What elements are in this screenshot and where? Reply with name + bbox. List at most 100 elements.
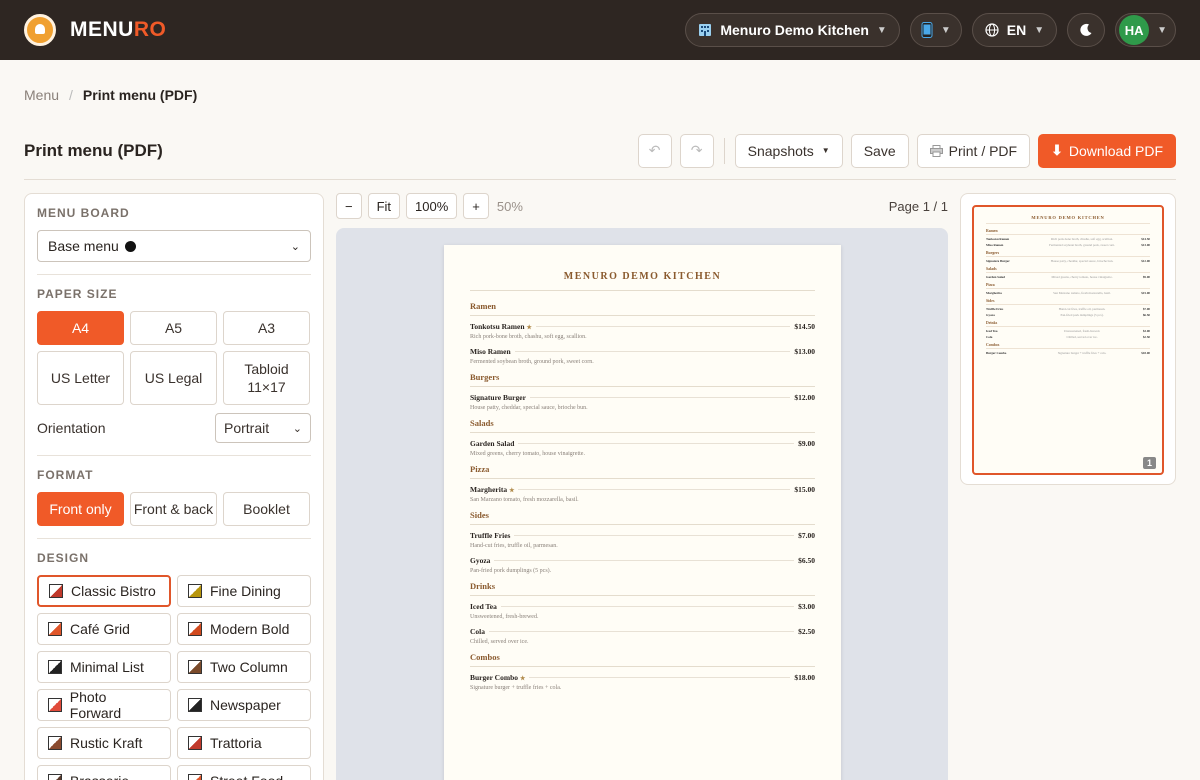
building-icon [699,24,712,36]
design-option[interactable]: Rustic Kraft [37,727,171,759]
format-option-booklet[interactable]: Booklet [223,492,310,526]
zoom-fit-button[interactable]: Fit [367,193,401,219]
menu-item-price: $15.00 [794,485,815,494]
user-menu[interactable]: HA ▼ [1115,13,1176,47]
thumbnail-item-name: Iced Tea [986,329,998,333]
mobile-phone-icon [921,22,933,38]
design-option[interactable]: Minimal List [37,651,171,683]
breadcrumb-current: Print menu (PDF) [82,87,198,103]
menu-board-select[interactable]: Base menu ⌄ [37,230,311,262]
thumbnail-item-price: $9.00 [1142,275,1150,279]
zoom-out-button[interactable]: − [336,193,362,219]
paper-option-tabloid[interactable]: Tabloid 11×17 [223,351,310,405]
redo-button[interactable]: ↷ [679,133,714,168]
design-option-label: Newspaper [210,697,281,713]
menu-board-label: MENU BOARD [37,206,130,220]
thumbnail-item-name: Garden Salad [986,275,1005,279]
menu-item-description: San Marzano tomato, fresh mozzarella, ba… [470,497,579,503]
design-option[interactable]: Trattoria [177,727,311,759]
toolbar-divider [723,137,725,164]
thumbnail-item-price: $6.50 [1142,313,1150,317]
breadcrumb: Menu / Print menu (PDF) [24,87,197,103]
design-option[interactable]: Two Column [177,651,311,683]
price-leader-line [535,326,791,327]
brand-name-suffix: RO [133,18,167,41]
menu-item-description: Chilled, served over ice. [470,639,529,645]
divider [37,274,311,275]
design-option-label: Trattoria [210,735,262,751]
orientation-select[interactable]: Portrait ⌄ [215,413,311,443]
language-switcher[interactable]: EN ▼ [971,13,1058,47]
design-option[interactable]: Street Food [177,765,311,780]
paper-option-us-legal[interactable]: US Legal [130,351,217,405]
thumbnail-item-description: Rich pork-bone broth, chashu, soft egg, … [1051,237,1113,241]
design-option[interactable]: Classic Bistro [37,575,171,607]
menu-item-price: $7.00 [798,531,815,540]
zoom-100-button[interactable]: 100% [406,193,458,219]
menu-item-description: House patty, cheddar, special sauce, bri… [470,405,588,411]
menu-category-heading: Ramen [470,301,815,316]
paper-option-a4[interactable]: A4 [37,311,124,345]
paper-option-us-letter[interactable]: US Letter [37,351,124,405]
design-label: DESIGN [37,551,90,565]
brand[interactable]: MENURO [24,14,166,46]
design-swatch-icon [48,622,62,636]
page-number-badge: 1 [1142,457,1156,469]
menu-item-row: Cola $2.50 [470,627,815,636]
redo-icon: ↷ [690,142,703,158]
preview-canvas[interactable]: MENURO DEMO KITCHEN Ramen Tonkotsu Ramen ★… [336,228,948,780]
undo-button[interactable]: ↶ [637,133,672,168]
breadcrumb-root-link[interactable]: Menu [24,87,59,103]
print-button[interactable]: Print / PDF [916,133,1031,168]
menu-sheet-body: Ramen Tonkotsu Ramen ★ $14.50 Rich pork-bone… [470,301,815,691]
design-swatch-icon [48,774,62,780]
menu-item-description: Hand-cut fries, truffle oil, parmesan. [470,543,558,549]
theme-toggle[interactable] [1067,13,1106,47]
thumbnail-item-row: Garden Salad Mixed greens, cherry tomato,… [986,275,1150,279]
design-option[interactable]: Photo Forward [37,689,171,721]
save-button[interactable]: Save [850,133,909,168]
star-icon: ★ [526,325,532,331]
thumbnail-item-row: Truffle Fries Hand-cut fries, truffle oil… [986,307,1150,311]
menu-sheet-preview: MENURO DEMO KITCHEN Ramen Tonkotsu Ramen ★… [444,245,841,780]
design-option[interactable]: Modern Bold [177,613,311,645]
design-option[interactable]: Newspaper [177,689,311,721]
menu-item-price: $2.50 [798,627,815,636]
breadcrumb-separator: / [69,87,73,103]
thumbnail-body: Ramen Tonkotsu Ramen Rich pork-bone broth,… [986,229,1150,355]
zoom-in-button[interactable]: + [463,193,489,219]
caret-down-icon: ▼ [821,146,830,155]
design-option-label: Modern Bold [210,621,290,637]
thumbnail-item-row: Margherita San Marzano tomato, fresh mozz… [986,291,1150,295]
device-switcher[interactable]: ▼ [909,13,962,47]
design-option[interactable]: Fine Dining [177,575,311,607]
snapshots-button[interactable]: Snapshots ▼ [734,133,843,168]
format-option-front-back[interactable]: Front & back [130,492,217,526]
thumbnail-item-description: House patty, cheddar, special sauce, bri… [1050,259,1114,263]
thumbnail-item-price: $2.50 [1142,335,1150,339]
design-option-label: Photo Forward [69,689,122,721]
design-option[interactable]: Brasserie [37,765,171,780]
thumbnail-category: Pizza [986,283,1150,289]
format-option-front-only[interactable]: Front only [37,492,124,526]
menu-item-description: Signature burger + truffle fries + cola. [470,685,562,691]
menu-item: Truffle Fries $7.00 Hand-cut fries, truffl… [470,531,815,549]
menu-item-row: Truffle Fries $7.00 [470,531,815,540]
price-leader-line [500,606,795,607]
format-options: Front only Front & back Booklet [37,492,311,526]
price-leader-line [489,631,795,632]
menu-item-price: $9.00 [798,439,815,448]
paper-option-a5[interactable]: A5 [130,311,217,345]
menu-item-row: Gyoza $6.50 [470,556,815,565]
menu-item: Burger Combo ★ $18.00 Signature burger + tr… [470,673,815,691]
divider [37,538,311,539]
restaurant-switcher[interactable]: Menuro Demo Kitchen ▼ [685,13,900,47]
page-thumbnail[interactable]: MENURO DEMO KITCHEN Ramen Tonkotsu Ramen R… [972,205,1164,475]
paper-option-a3[interactable]: A3 [223,311,310,345]
thumbnail-item-name: Gyoza [986,313,995,317]
download-pdf-button[interactable]: ⬇ Download PDF [1038,133,1176,168]
design-option[interactable]: Café Grid [37,613,171,645]
menu-item-price: $12.00 [794,393,815,402]
top-bar: MENURO Menuro Demo Kitchen ▼ ▼ EN ▼ HA ▼ [0,0,1200,60]
menu-item: Margherita ★ $15.00 San Marzano tomato, fre… [470,485,815,503]
